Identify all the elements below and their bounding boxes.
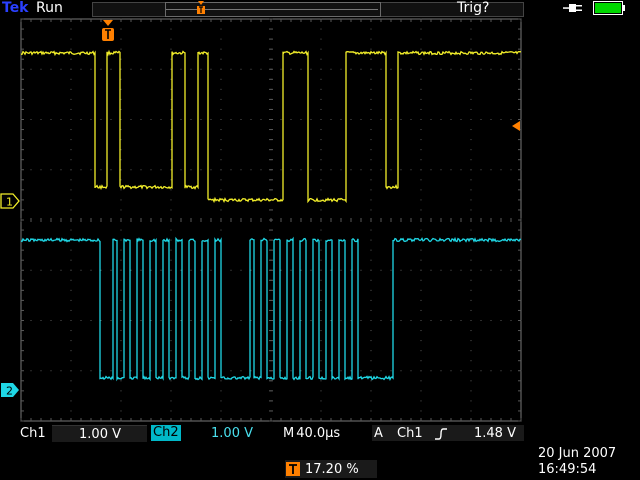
- trigger-position-t-icon: [286, 462, 300, 476]
- ch2-scale-value: 1.00 V: [211, 426, 253, 441]
- trigger-source: Ch1: [397, 426, 423, 441]
- waveform-display[interactable]: [0, 0, 640, 480]
- timebase-value: 40.0µs: [296, 426, 341, 441]
- trigger-level-value: 1.48 V: [474, 426, 516, 441]
- ch1-ground-marker[interactable]: 1: [0, 193, 20, 209]
- trigger-marker-icon[interactable]: [100, 20, 116, 42]
- time-readout: 16:49:54: [538, 462, 597, 477]
- ch1-waveform: [20, 49, 522, 204]
- ch2-marker-label: 2: [6, 385, 13, 398]
- ch2-ground-marker[interactable]: 2: [0, 382, 20, 398]
- timebase-readout[interactable]: M 40.0µs: [283, 426, 340, 441]
- timebase-prefix: M: [283, 426, 295, 441]
- trigger-mode-letter: A: [374, 426, 383, 441]
- ch2-label[interactable]: Ch2: [151, 425, 181, 441]
- ch1-marker-label: 1: [6, 196, 13, 209]
- date-readout: 20 Jun 2007: [538, 446, 617, 461]
- ch1-label[interactable]: Ch1: [20, 426, 46, 441]
- trigger-position-value: 17.20 %: [305, 462, 359, 477]
- ch2-waveform: [20, 236, 522, 382]
- ch1-scale-value: 1.00 V: [79, 427, 121, 442]
- trigger-level-marker-icon[interactable]: [510, 120, 522, 132]
- rising-edge-icon: [435, 428, 447, 440]
- ch2-scale-readout[interactable]: 1.00 V: [184, 425, 279, 441]
- ch1-scale-readout[interactable]: 1.00 V: [52, 425, 147, 442]
